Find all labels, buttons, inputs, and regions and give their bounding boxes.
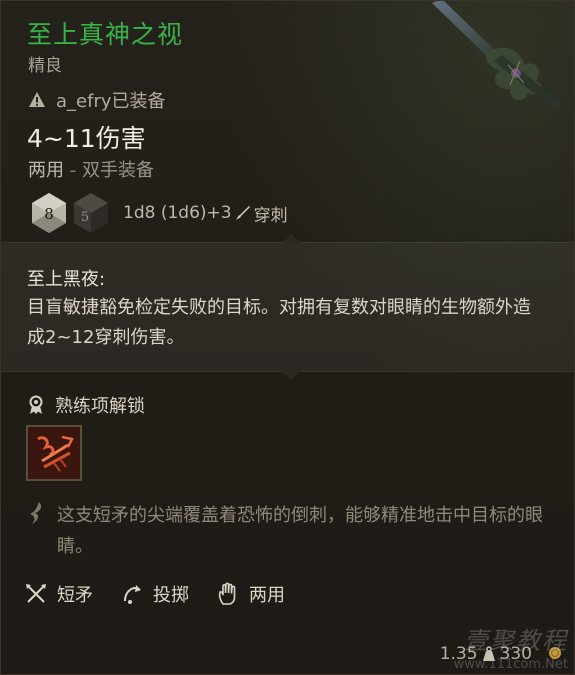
property-label: 两用 xyxy=(249,585,285,606)
dice-row: 8 5 1d8 (1d6)+3 穿刺 xyxy=(29,191,288,235)
ribbon-badge-icon xyxy=(29,395,43,414)
weapon-properties: 短矛 投掷 两用 xyxy=(25,581,313,607)
proficiency-label: 熟练项解锁 xyxy=(55,396,145,417)
passive-panel: 至上黑夜: 目盲敏捷豁免检定失败的目标。对拥有复数对眼睛的生物额外造成2~12穿… xyxy=(1,234,574,380)
d8-die-icon: 8 xyxy=(32,193,66,233)
equipped-by-text: a_efry已装备 xyxy=(56,91,166,112)
throw-arc-icon xyxy=(124,585,141,604)
weapon-art-icon xyxy=(432,1,564,111)
item-value: 330 xyxy=(499,644,532,664)
equipped-status: a_efry已装备 xyxy=(28,87,166,113)
crossed-spears-icon xyxy=(26,584,46,603)
die2-value: 5 xyxy=(81,210,89,225)
passive-description: 目盲敏捷豁免检定失败的目标。对拥有复数对眼睛的生物额外造成2~12穿刺伤害。 xyxy=(27,297,531,348)
item-name: 至上真神之视 xyxy=(27,20,184,49)
item-weight: 1.35 xyxy=(439,644,478,664)
weight-icon xyxy=(482,646,495,661)
piercing-strike-icon xyxy=(28,427,80,479)
handedness: 两用 - 双手装备 xyxy=(28,156,154,182)
property-label: 投掷 xyxy=(153,585,189,606)
passive-title: 至上黑夜: xyxy=(27,269,106,290)
item-tooltip: 至上真神之视 精良 a_efry已装备 4~11伤害 两用 - 双手装备 8 5… xyxy=(0,0,575,675)
d6-die-icon: 5 xyxy=(74,193,108,233)
quill-icon xyxy=(30,502,42,524)
property-thrown[interactable]: 投掷 xyxy=(121,581,189,607)
hand-icon xyxy=(218,582,236,605)
gold-coin-icon xyxy=(549,647,561,659)
item-footer: 1.35 330 xyxy=(440,644,532,664)
damage-range: 4~11伤害 xyxy=(27,124,146,153)
property-shortspear[interactable]: 短矛 xyxy=(25,581,93,607)
handedness-label: 两用 xyxy=(28,160,64,181)
panel-notch-bottom xyxy=(282,371,300,380)
flavor-text: 这支短矛的尖端覆盖着恐怖的倒刺，能够精准地击中目标的眼睛。 xyxy=(57,505,543,557)
handed-extra: 双手装备 xyxy=(81,160,154,181)
warning-icon xyxy=(29,92,45,107)
piercing-icon xyxy=(235,206,250,220)
proficiency-action-slot[interactable] xyxy=(26,425,82,481)
property-versatile[interactable]: 两用 xyxy=(217,581,285,607)
panel-notch-top xyxy=(282,234,300,243)
dice-formula: 1d8 (1d6)+3 xyxy=(123,203,232,223)
proficiency-unlock: 熟练项解锁 xyxy=(27,392,145,418)
handed-separator: - xyxy=(64,160,82,181)
die1-value: 8 xyxy=(44,205,54,223)
item-rarity: 精良 xyxy=(28,56,62,76)
property-label: 短矛 xyxy=(57,585,93,606)
damage-type: 穿刺 xyxy=(253,205,288,226)
